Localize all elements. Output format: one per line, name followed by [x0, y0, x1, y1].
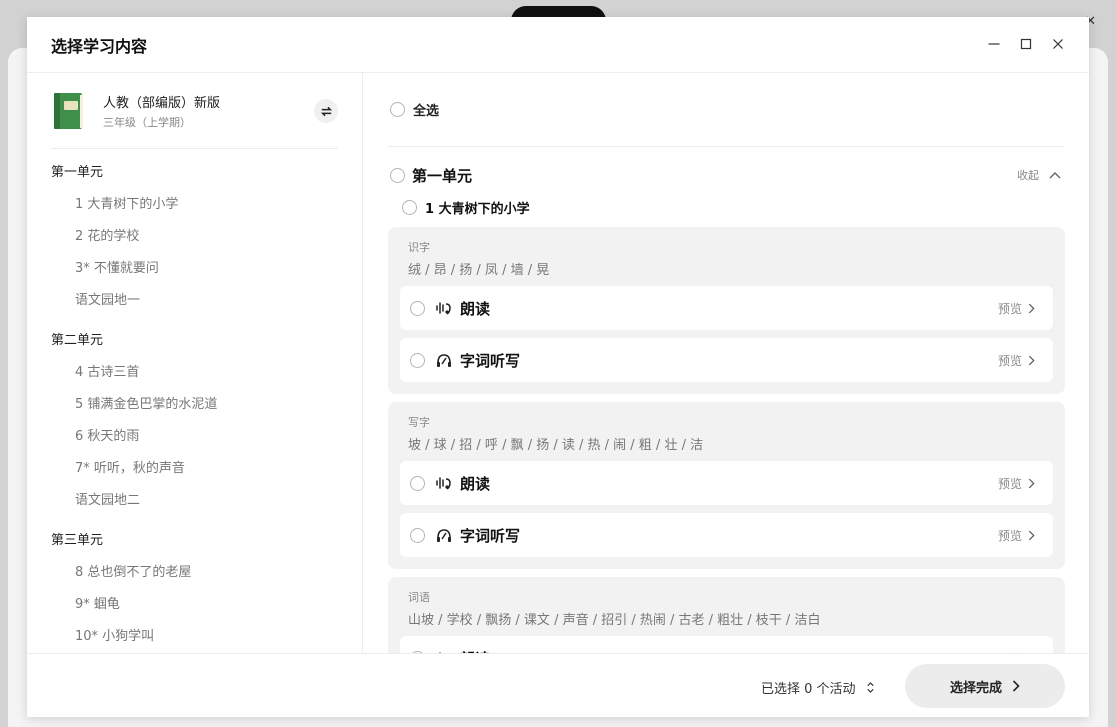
selected-count-label: 已选择 0 个活动 — [761, 682, 856, 697]
chevron-right-icon — [1028, 530, 1035, 541]
collapse-label: 收起 — [1017, 169, 1039, 182]
activity-label: 朗读 — [460, 299, 491, 318]
sidebar-lesson[interactable]: 2 花的学校 — [27, 221, 362, 253]
activity-item[interactable]: 朗读 预览 — [400, 636, 1053, 653]
select-content-dialog: 选择学习内容 人教（部编版）新版 三年级（上学期） 第一单元 1 大青树下的小学… — [27, 17, 1089, 717]
sidebar-lesson[interactable]: 8 总也倒不了的老屋 — [27, 557, 362, 589]
group-name: 识字 — [408, 241, 430, 254]
dialog-titlebar: 选择学习内容 — [27, 17, 1089, 73]
sidebar-unit-2: 第二单元 4 古诗三首 5 铺满金色巴掌的水泥道 6 秋天的雨 7* 听听，秋的… — [27, 325, 362, 517]
chevron-right-icon — [1012, 680, 1020, 692]
unit-title: 第一单元 — [412, 166, 473, 185]
sidebar-unit-3: 第三单元 8 总也倒不了的老屋 9* 蝈龟 10* 小狗学叫 — [27, 525, 362, 653]
sidebar-lesson[interactable]: 语文园地一 — [27, 285, 362, 317]
book-selector: 人教（部编版）新版 三年级（上学期） — [51, 73, 338, 149]
maximize-icon — [1020, 38, 1032, 50]
sidebar-unit-title[interactable]: 第一单元 — [27, 157, 362, 189]
chevron-right-icon — [1028, 303, 1035, 314]
window-controls — [985, 35, 1067, 53]
minimize-button[interactable] — [985, 35, 1003, 53]
expand-updown-icon — [866, 682, 874, 693]
sidebar-lesson[interactable]: 4 古诗三首 — [27, 357, 362, 389]
activity-radio[interactable] — [410, 300, 425, 316]
minimize-icon — [988, 43, 1000, 45]
read-aloud-icon — [435, 299, 453, 317]
preview-label: 预览 — [997, 529, 1022, 543]
done-button-label: 选择完成 — [949, 680, 1002, 696]
dictation-icon — [435, 526, 453, 544]
selected-count-toggle[interactable]: 已选择 0 个活动 — [761, 678, 875, 697]
sidebar-lesson[interactable]: 7* 听听，秋的声音 — [27, 453, 362, 485]
sidebar-lesson[interactable]: 1 大青树下的小学 — [27, 189, 362, 221]
activity-item[interactable]: 字词听写 预览 — [400, 338, 1053, 382]
close-icon — [1053, 39, 1063, 49]
preview-link[interactable]: 预览 — [998, 352, 1035, 369]
chevron-right-icon — [1028, 355, 1035, 366]
dictation-icon — [435, 351, 453, 369]
sidebar-lesson[interactable]: 6 秋天的雨 — [27, 421, 362, 453]
preview-label: 预览 — [997, 354, 1022, 368]
sidebar-unit-title[interactable]: 第三单元 — [27, 525, 362, 557]
preview-label: 预览 — [997, 302, 1022, 316]
word-group: 写字 坡 / 球 / 招 / 呼 / 飘 / 扬 / 读 / 热 / 闹 / 粗… — [388, 402, 1065, 569]
sidebar-lesson[interactable]: 10* 小狗学叫 — [27, 621, 362, 653]
word-group: 词语 山坡 / 学校 / 飘扬 / 课文 / 声音 / 招引 / 热闹 / 古老… — [388, 577, 1065, 653]
activity-item[interactable]: 朗读 预览 — [400, 461, 1053, 505]
select-all-radio[interactable] — [390, 102, 405, 117]
activity-item[interactable]: 字词听写 预览 — [400, 513, 1053, 557]
book-grade: 三年级（上学期） — [103, 115, 191, 129]
book-name: 人教（部编版）新版 — [103, 95, 221, 111]
dialog-footer: 已选择 0 个活动 选择完成 — [27, 653, 1089, 717]
activity-item[interactable]: 朗读 预览 — [400, 286, 1053, 330]
sidebar-lesson[interactable]: 5 铺满金色巴掌的水泥道 — [27, 389, 362, 421]
preview-link[interactable]: 预览 — [998, 300, 1035, 317]
collapse-toggle[interactable]: 收起 — [1017, 167, 1061, 183]
swap-icon — [320, 106, 332, 116]
activity-label: 朗读 — [460, 474, 491, 493]
unit-radio[interactable] — [390, 167, 405, 183]
sidebar-lesson[interactable]: 语文园地二 — [27, 485, 362, 517]
word-group: 识字 绒 / 昂 / 扬 / 凤 / 墙 / 晃 朗读 预览 字词听写 预览 — [388, 227, 1065, 394]
close-button[interactable] — [1049, 35, 1067, 53]
group-name: 写字 — [408, 416, 430, 429]
unit-header: 第一单元 收起 — [388, 147, 1065, 203]
maximize-button[interactable] — [1017, 35, 1035, 53]
group-words: 坡 / 球 / 招 / 呼 / 飘 / 扬 / 读 / 热 / 闹 / 粗 / … — [408, 438, 704, 453]
select-all-label: 全选 — [413, 104, 440, 119]
dialog-title: 选择学习内容 — [51, 36, 148, 56]
chevron-right-icon — [1028, 478, 1035, 489]
group-name: 词语 — [408, 591, 430, 604]
activity-radio[interactable] — [410, 527, 425, 543]
sidebar-lesson[interactable]: 3* 不懂就要问 — [27, 253, 362, 285]
activity-label: 字词听写 — [460, 351, 521, 370]
activity-radio[interactable] — [410, 475, 425, 491]
sidebar-unit-1: 第一单元 1 大青树下的小学 2 花的学校 3* 不懂就要问 语文园地一 — [27, 157, 362, 317]
content-panel: 全选 第一单元 收起 1 大青树下的小学 识字 绒 / 昂 / 扬 / 凤 / … — [364, 73, 1089, 653]
sidebar-unit-title[interactable]: 第二单元 — [27, 325, 362, 357]
sidebar-lesson[interactable]: 9* 蝈龟 — [27, 589, 362, 621]
select-all-row[interactable]: 全选 — [388, 73, 1065, 147]
switch-book-button[interactable] — [314, 99, 338, 123]
chevron-up-icon — [1049, 172, 1061, 179]
activity-label: 字词听写 — [460, 526, 521, 545]
read-aloud-icon — [435, 474, 453, 492]
textbook-icon — [51, 91, 85, 131]
textbook-sidebar: 人教（部编版）新版 三年级（上学期） 第一单元 1 大青树下的小学 2 花的学校… — [27, 73, 363, 653]
activity-radio[interactable] — [410, 352, 425, 368]
group-words: 山坡 / 学校 / 飘扬 / 课文 / 声音 / 招引 / 热闹 / 古老 / … — [408, 613, 821, 628]
group-words: 绒 / 昂 / 扬 / 凤 / 墙 / 晃 — [408, 263, 550, 278]
preview-link[interactable]: 预览 — [998, 527, 1035, 544]
done-button[interactable]: 选择完成 — [905, 664, 1065, 708]
preview-label: 预览 — [997, 477, 1022, 491]
preview-link[interactable]: 预览 — [998, 475, 1035, 492]
